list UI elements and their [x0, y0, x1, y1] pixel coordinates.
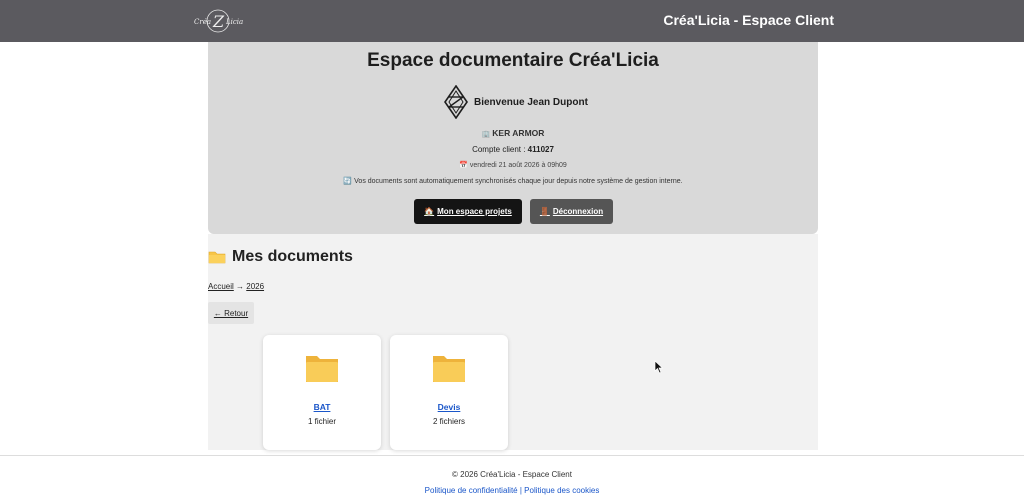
projects-button-label: Mon espace projets: [437, 207, 512, 216]
documents-heading: Mes documents: [208, 248, 353, 266]
privacy-policy-link[interactable]: Politique de confidentialité: [425, 486, 518, 495]
documents-section: Mes documents Accueil → 2026 ← Retour BA…: [208, 234, 818, 450]
page-title: Espace documentaire Créa'Licia: [367, 50, 659, 71]
svg-text:Z: Z: [212, 12, 225, 31]
house-icon: 🏠: [424, 207, 435, 216]
company-label: KER ARMOR: [492, 128, 545, 138]
documents-title: Mes documents: [232, 248, 353, 265]
back-button[interactable]: ← Retour: [208, 302, 254, 324]
sync-text: Vos documents sont automatiquement synch…: [354, 178, 683, 185]
folder-name[interactable]: BAT: [263, 402, 381, 412]
logo-mark-icon: Créa Z Licia: [194, 9, 243, 33]
footer-copyright: © 2026 Créa'Licia - Espace Client: [452, 470, 572, 479]
account-label: Compte client :: [472, 145, 528, 154]
building-icon: 🏢: [481, 131, 491, 138]
breadcrumb: Accueil → 2026: [208, 282, 264, 291]
sync-notice: 🔄 Vos documents sont automatiquement sync…: [208, 177, 818, 185]
footer-links: Politique de confidentialité | Politique…: [0, 486, 1024, 495]
svg-text:Créa: Créa: [194, 18, 211, 26]
cookie-policy-link[interactable]: Politique des cookies: [524, 486, 599, 495]
folder-icon: [432, 353, 466, 383]
diamond-logo-icon: [444, 84, 468, 120]
welcome-panel: Espace documentaire Créa'Licia Bienvenue…: [208, 42, 818, 234]
door-icon: 🚪: [539, 207, 550, 216]
account-info: Compte client : 411027: [208, 145, 818, 154]
folder-icon: [305, 353, 339, 383]
brand-logo[interactable]: Créa Z Licia: [191, 7, 245, 35]
breadcrumb-separator: →: [233, 282, 247, 291]
my-projects-button[interactable]: 🏠 Mon espace projets: [414, 199, 522, 224]
breadcrumb-home[interactable]: Accueil: [208, 282, 234, 291]
site-title: Créa'Licia - Espace Client: [663, 12, 834, 28]
folder-icon: [208, 250, 226, 264]
folder-card-bat[interactable]: BAT 1 fichier: [263, 335, 381, 450]
breadcrumb-year[interactable]: 2026: [246, 282, 264, 291]
account-number: 411027: [527, 145, 554, 154]
top-header: Créa Z Licia Créa'Licia - Espace Client: [0, 0, 1024, 42]
folder-file-count: 2 fichiers: [432, 417, 465, 426]
mouse-cursor-icon: [654, 360, 664, 374]
welcome-row: Bienvenue Jean Dupont: [444, 84, 588, 120]
welcome-text: Bienvenue Jean Dupont: [474, 96, 588, 108]
folder-name[interactable]: Devis: [390, 402, 508, 412]
svg-text:Licia: Licia: [225, 18, 243, 26]
logout-button[interactable]: 🚪 Déconnexion: [530, 199, 613, 224]
company-name: 🏢 KER ARMOR: [208, 128, 818, 138]
logout-button-label: Déconnexion: [552, 207, 604, 216]
calendar-icon: 📅: [459, 162, 468, 169]
folder-file-count: 1 fichier: [307, 417, 336, 426]
page-footer: © 2026 Créa'Licia - Espace Client Politi…: [0, 455, 1024, 497]
back-button-label: ← Retour: [213, 308, 249, 318]
date-text: vendredi 21 août 2026 à 09h09: [469, 162, 567, 169]
folder-card-devis[interactable]: Devis 2 fichiers: [390, 335, 508, 450]
sync-icon: 🔄: [343, 178, 353, 185]
current-date: 📅 vendredi 21 août 2026 à 09h09: [208, 161, 818, 169]
